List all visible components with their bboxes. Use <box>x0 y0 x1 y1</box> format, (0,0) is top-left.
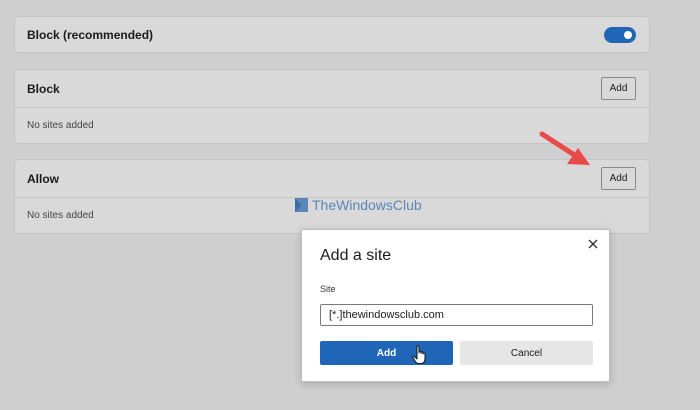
watermark-text: TheWindowsClub <box>312 197 422 213</box>
close-icon[interactable] <box>586 237 600 251</box>
block-recommended-card: Block (recommended) <box>14 16 650 53</box>
allow-add-button[interactable]: Add <box>601 167 636 190</box>
watermark: TheWindowsClub <box>295 197 422 213</box>
hand-cursor-icon <box>412 345 426 364</box>
block-add-button[interactable]: Add <box>601 77 636 100</box>
windowsclub-logo-icon <box>295 198 308 212</box>
site-input[interactable] <box>320 304 593 326</box>
block-recommended-toggle[interactable] <box>604 26 636 43</box>
site-field-label: Site <box>320 284 336 294</box>
red-arrow-icon <box>539 131 590 165</box>
allow-title: Allow <box>27 171 59 186</box>
block-recommended-label: Block (recommended) <box>27 27 154 42</box>
toggle-knob <box>624 30 632 39</box>
allow-empty-text: No sites added <box>27 210 94 221</box>
add-site-dialog: Add a site Site Add Cancel <box>301 229 610 382</box>
dialog-add-button[interactable]: Add <box>320 341 453 365</box>
block-title: Block <box>27 81 60 96</box>
dialog-cancel-button[interactable]: Cancel <box>460 341 593 365</box>
block-empty-text: No sites added <box>27 120 94 131</box>
dialog-title: Add a site <box>320 247 392 264</box>
